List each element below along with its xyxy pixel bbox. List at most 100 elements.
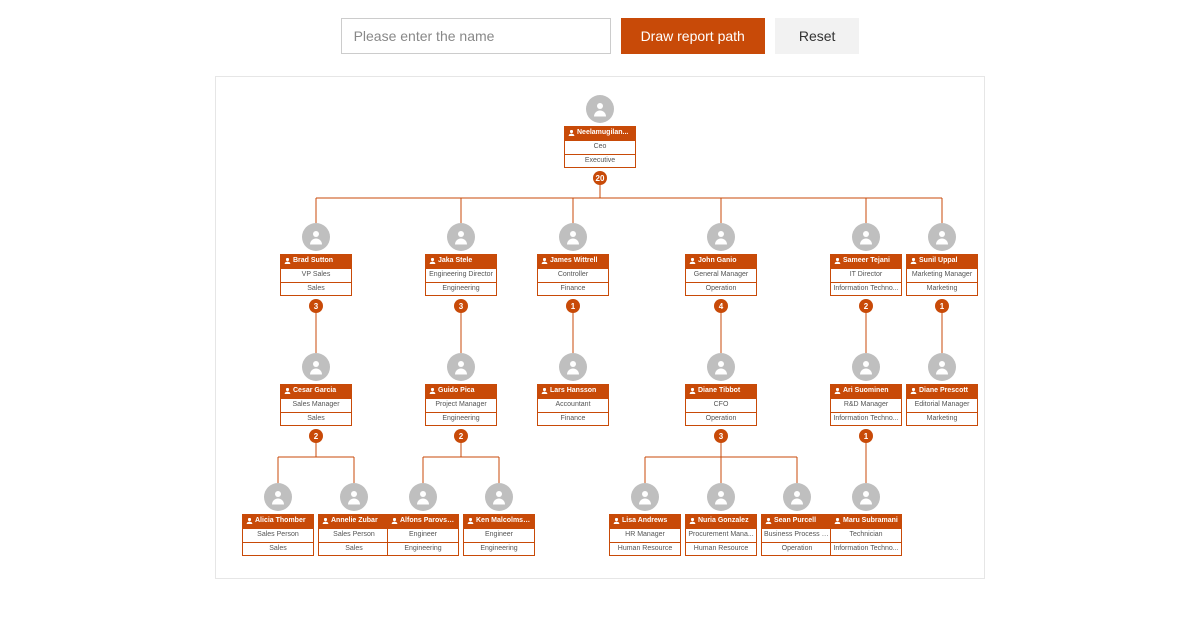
org-card-title: CFO: [686, 398, 756, 412]
reports-count-badge: 20: [593, 171, 607, 185]
org-card-name: James Wittrell: [538, 255, 608, 268]
org-card-dept: Marketing: [907, 412, 977, 426]
draw-report-path-button[interactable]: Draw report path: [621, 18, 765, 54]
org-node[interactable]: Alfons ParovszkyEngineerEngineering: [387, 483, 459, 556]
avatar: [409, 483, 437, 511]
org-card-dept: Executive: [565, 154, 635, 168]
avatar: [707, 483, 735, 511]
org-card-dept: Human Resource: [610, 542, 680, 556]
org-card: John GanioGeneral ManagerOperation: [685, 254, 757, 296]
org-card: Lars HanssonAccountantFinance: [537, 384, 609, 426]
avatar: [631, 483, 659, 511]
org-card-name: Maru Subramani: [831, 515, 901, 528]
org-card-name: Lisa Andrews: [610, 515, 680, 528]
avatar: [340, 483, 368, 511]
org-card-dept: Operation: [762, 542, 832, 556]
org-node[interactable]: Guido PicaProject ManagerEngineering2: [425, 353, 497, 443]
org-node[interactable]: Alicia ThomberSales PersonSales: [242, 483, 314, 556]
search-input[interactable]: [341, 18, 611, 54]
org-card-title: Business Process M...: [762, 528, 832, 542]
org-node[interactable]: Ken MalcolmsonEngineerEngineering: [463, 483, 535, 556]
org-card: Diane PrescottEditorial ManagerMarketing: [906, 384, 978, 426]
org-card-dept: Finance: [538, 412, 608, 426]
avatar: [783, 483, 811, 511]
reports-count-badge: 1: [566, 299, 580, 313]
org-card: Alicia ThomberSales PersonSales: [242, 514, 314, 556]
toolbar: Draw report path Reset: [0, 18, 1200, 54]
org-card-title: Controller: [538, 268, 608, 282]
org-node[interactable]: Cesar GarciaSales ManagerSales2: [280, 353, 352, 443]
org-node[interactable]: Brad SuttonVP SalesSales3: [280, 223, 352, 313]
org-node[interactable]: Lars HanssonAccountantFinance: [537, 353, 609, 426]
org-card: James WittrellControllerFinance: [537, 254, 609, 296]
org-node[interactable]: Diane PrescottEditorial ManagerMarketing: [906, 353, 978, 426]
org-card: Sunil UppalMarketing ManagerMarketing: [906, 254, 978, 296]
org-card: Cesar GarciaSales ManagerSales: [280, 384, 352, 426]
org-card-name: Nuria Gonzalez: [686, 515, 756, 528]
org-card: Lisa AndrewsHR ManagerHuman Resource: [609, 514, 681, 556]
org-card-title: Sales Manager: [281, 398, 351, 412]
org-node[interactable]: James WittrellControllerFinance 1: [537, 223, 609, 313]
org-card-dept: Engineering: [426, 412, 496, 426]
org-node[interactable]: Sunil UppalMarketing ManagerMarketing1: [906, 223, 978, 313]
org-card-name: Jaka Stele: [426, 255, 496, 268]
org-card-dept: Marketing: [907, 282, 977, 296]
org-card-dept: Human Resource: [686, 542, 756, 556]
org-node[interactable]: Nuria GonzalezProcurement Mana...Human R…: [685, 483, 757, 556]
org-card-dept: Information Techno...: [831, 412, 901, 426]
org-node[interactable]: Sean PurcellBusiness Process M...Operati…: [761, 483, 833, 556]
org-card-name: Sameer Tejani: [831, 255, 901, 268]
org-card-title: Accountant: [538, 398, 608, 412]
org-card-name: Guido Pica: [426, 385, 496, 398]
avatar: [447, 223, 475, 251]
org-card-name: Lars Hansson: [538, 385, 608, 398]
org-node[interactable]: Diane TibbotCFOOperation3: [685, 353, 757, 443]
org-chart[interactable]: Neelamugilan...CeoExecutive20Brad Sutton…: [226, 95, 974, 554]
org-card: Maru SubramaniTechnicianInformation Tech…: [830, 514, 902, 556]
org-card-dept: Operation: [686, 282, 756, 296]
org-card: Alfons ParovszkyEngineerEngineering: [387, 514, 459, 556]
org-node[interactable]: Sameer TejaniIT DirectorInformation Tech…: [830, 223, 902, 313]
org-card: Sean PurcellBusiness Process M...Operati…: [761, 514, 833, 556]
avatar: [264, 483, 292, 511]
avatar: [447, 353, 475, 381]
org-card-title: HR Manager: [610, 528, 680, 542]
org-card-dept: Sales: [281, 412, 351, 426]
org-card-name: Sean Purcell: [762, 515, 832, 528]
org-card-dept: Engineering: [464, 542, 534, 556]
reports-count-badge: 4: [714, 299, 728, 313]
org-card-dept: Sales: [281, 282, 351, 296]
org-card: Nuria GonzalezProcurement Mana...Human R…: [685, 514, 757, 556]
org-node[interactable]: Jaka SteleEngineering DirectorEngineerin…: [425, 223, 497, 313]
org-card-name: Sunil Uppal: [907, 255, 977, 268]
org-card-name: Annelie Zubar: [319, 515, 389, 528]
reset-button[interactable]: Reset: [775, 18, 860, 54]
avatar: [707, 223, 735, 251]
org-node[interactable]: Ari SuominenR&D ManagerInformation Techn…: [830, 353, 902, 443]
org-card-title: Technician: [831, 528, 901, 542]
reports-count-badge: 3: [309, 299, 323, 313]
org-node[interactable]: Lisa AndrewsHR ManagerHuman Resource: [609, 483, 681, 556]
avatar: [928, 353, 956, 381]
org-card-title: IT Director: [831, 268, 901, 282]
org-node[interactable]: Neelamugilan...CeoExecutive20: [564, 95, 636, 185]
avatar: [928, 223, 956, 251]
org-card-title: Marketing Manager: [907, 268, 977, 282]
avatar: [707, 353, 735, 381]
org-card-title: Sales Person: [243, 528, 313, 542]
org-card-name: Diane Prescott: [907, 385, 977, 398]
org-card-title: Engineer: [464, 528, 534, 542]
org-card-dept: Sales: [319, 542, 389, 556]
org-card-name: Ken Malcolmson: [464, 515, 534, 528]
org-card-dept: Information Techno...: [831, 542, 901, 556]
org-chart-frame: Neelamugilan...CeoExecutive20Brad Sutton…: [215, 76, 985, 579]
org-node[interactable]: Maru SubramaniTechnicianInformation Tech…: [830, 483, 902, 556]
reports-count-badge: 3: [454, 299, 468, 313]
org-card-title: Procurement Mana...: [686, 528, 756, 542]
org-node[interactable]: John GanioGeneral ManagerOperation 4: [685, 223, 757, 313]
avatar: [559, 223, 587, 251]
avatar: [852, 483, 880, 511]
org-card-title: VP Sales: [281, 268, 351, 282]
org-node[interactable]: Annelie ZubarSales PersonSales: [318, 483, 390, 556]
org-card-title: Editorial Manager: [907, 398, 977, 412]
